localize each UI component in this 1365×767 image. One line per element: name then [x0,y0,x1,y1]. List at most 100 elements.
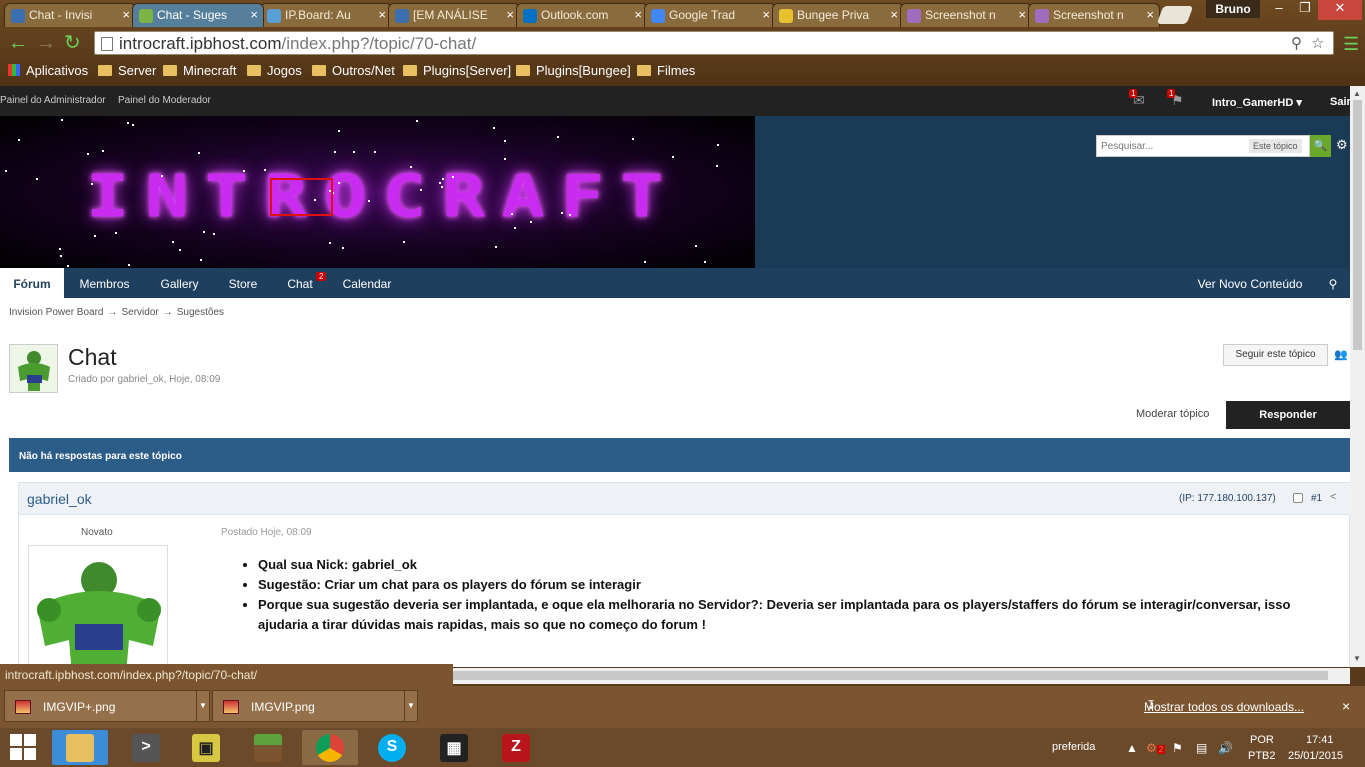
share-icon[interactable]: < [1330,491,1336,503]
followers-icon[interactable]: 👥 [1334,348,1348,361]
notifications-icon[interactable]: ⚑ 1 [1167,89,1189,108]
tab-close-icon[interactable]: × [1146,7,1154,22]
nav-tab-store[interactable]: Store [214,268,272,298]
taskbar-skype[interactable]: S [364,730,420,765]
download-item[interactable]: IMGVIP+.png ▼ [4,690,210,722]
nav-tab-frum[interactable]: Fórum [0,268,64,298]
inbox-icon[interactable]: ✉ 1 [1129,89,1151,108]
search-settings-icon[interactable]: ⚙ [1336,137,1348,153]
browser-profile[interactable]: Bruno [1206,0,1260,18]
taskbar-filezilla[interactable]: Z [488,730,544,765]
address-bar[interactable]: introcraft.ipbhost.com/index.php?/topic/… [94,31,1334,55]
follow-topic-button[interactable]: Seguir este tópico [1223,344,1328,366]
bookmark-folder[interactable]: Server [98,63,156,78]
action-center-flag-icon[interactable]: ⚑ [1172,741,1183,755]
taskbar-minecraft[interactable] [240,730,296,765]
post-author-link[interactable]: gabriel_ok [27,491,92,507]
taskbar-chrome[interactable] [302,730,358,765]
sign-out-link[interactable]: Sair [1330,96,1350,108]
close-window-button[interactable]: ✕ [1318,0,1362,20]
bookmark-folder[interactable]: Minecraft [163,63,236,78]
search-scope[interactable]: Este tópico [1249,139,1302,153]
browser-tab[interactable]: Screenshot n × [1028,3,1160,27]
tab-close-icon[interactable]: × [762,7,770,22]
volume-icon[interactable]: 🔊 [1218,741,1233,755]
scroll-thumb[interactable] [1353,100,1362,350]
tab-close-icon[interactable]: × [890,7,898,22]
network-icon[interactable]: ▤ [1196,741,1207,755]
folder-icon [66,734,94,762]
forward-icon[interactable]: → [36,33,58,55]
browser-tab[interactable]: Google Trad × [644,3,776,27]
tray-expand-icon[interactable]: ▲ [1126,741,1138,755]
taskbar-monitor-app[interactable]: ▣ [178,730,234,765]
maximize-button[interactable]: ❐ [1292,0,1318,20]
bookmark-apps[interactable]: Aplicativos [8,63,88,78]
taskbar-game-app[interactable]: ▦ [426,730,482,765]
search-button[interactable]: 🔍 [1310,135,1331,157]
taskbar: > ▣ S ▦ Z preferida ▲ ⚙ 2 ⚑ ▤ 🔊 POR PTB2 … [0,728,1365,767]
language-indicator[interactable]: POR [1250,734,1274,746]
admin-panel-link[interactable]: Painel do Administrador [0,95,106,106]
horizontal-scrollbar[interactable] [453,668,1350,684]
browser-tab[interactable]: IP.Board: Au × [260,3,392,27]
breadcrumb-link[interactable]: Invision Power Board [9,307,104,318]
start-button[interactable] [10,734,38,762]
h-scroll-thumb[interactable] [453,671,1328,680]
vertical-scrollbar[interactable]: ▲ ▼ [1350,86,1365,667]
browser-tab[interactable]: Chat - Invisi × [4,3,136,27]
bookmark-folder[interactable]: Plugins[Server] [403,63,511,78]
moderate-topic-link[interactable]: Moderar tópico [1136,408,1209,420]
tab-close-icon[interactable]: × [250,7,258,22]
post-number-link[interactable]: #1 [1311,493,1322,504]
post-ip[interactable]: (IP: 177.180.100.137) [1179,493,1276,504]
download-menu-icon[interactable]: ▼ [404,691,417,721]
bookmark-folder[interactable]: Filmes [637,63,695,78]
breadcrumb-link[interactable]: Servidor [122,307,159,318]
nav-tab-chat[interactable]: Chat 2 [272,268,328,298]
browser-tab[interactable]: Screenshot n × [900,3,1032,27]
bookmark-star-icon[interactable]: ☆ [1311,34,1324,52]
download-menu-icon[interactable]: ▼ [196,691,209,721]
topic-starter-avatar[interactable] [9,344,58,393]
zoom-icon[interactable]: ⚲ [1291,34,1302,52]
tab-close-icon[interactable]: × [122,7,130,22]
taskbar-minecraft-launcher[interactable]: > [118,730,174,765]
location-pin-icon[interactable]: ⚲ [1318,268,1348,298]
show-all-downloads-link[interactable]: Mostrar todos os downloads... [1144,700,1304,714]
tray-security-icon[interactable]: ⚙ 2 [1146,741,1166,755]
breadcrumb-link[interactable]: Sugestões [177,307,224,318]
clock-time[interactable]: 17:41 [1306,734,1334,746]
minimize-button[interactable]: – [1266,0,1292,20]
bookmark-folder[interactable]: Plugins[Bungee] [516,63,631,78]
back-icon[interactable]: ← [8,33,30,55]
taskbar-explorer[interactable] [52,730,108,765]
keyboard-layout-indicator[interactable]: PTB2 [1248,750,1276,762]
nav-tab-gallery[interactable]: Gallery [145,268,214,298]
browser-tab[interactable]: Bungee Priva × [772,3,904,27]
tab-close-icon[interactable]: × [378,7,386,22]
tab-close-icon[interactable]: × [634,7,642,22]
reload-icon[interactable]: ↻ [64,33,86,55]
nav-tab-membros[interactable]: Membros [64,268,145,298]
tab-close-icon[interactable]: × [506,7,514,22]
author-avatar[interactable] [28,545,168,667]
clock-date[interactable]: 25/01/2015 [1288,750,1343,762]
tab-close-icon[interactable]: × [1018,7,1026,22]
browser-menu-icon[interactable]: ☰ [1343,34,1359,55]
site-banner[interactable]: INTROCRAFT [0,116,755,268]
user-menu[interactable]: Intro_GamerHD ▾ [1212,96,1302,109]
close-downloads-icon[interactable]: × [1342,698,1350,714]
reply-button[interactable]: Responder [1226,401,1350,429]
bookmark-folder[interactable]: Outros/Net [312,63,395,78]
browser-tab[interactable]: Outlook.com × [516,3,648,27]
new-content-link[interactable]: Ver Novo Conteúdo [1186,268,1314,298]
download-item[interactable]: IMGVIP.png ▼ [212,690,418,722]
moderator-panel-link[interactable]: Painel do Moderador [118,95,211,106]
browser-tab[interactable]: Chat - Suges × [132,3,264,27]
post-select-checkbox[interactable] [1293,493,1303,503]
browser-tab[interactable]: [EM ANÁLISE × [388,3,520,27]
bookmark-folder[interactable]: Jogos [247,63,302,78]
nav-tab-calendar[interactable]: Calendar [330,268,404,298]
search-input[interactable] [1097,136,1237,156]
